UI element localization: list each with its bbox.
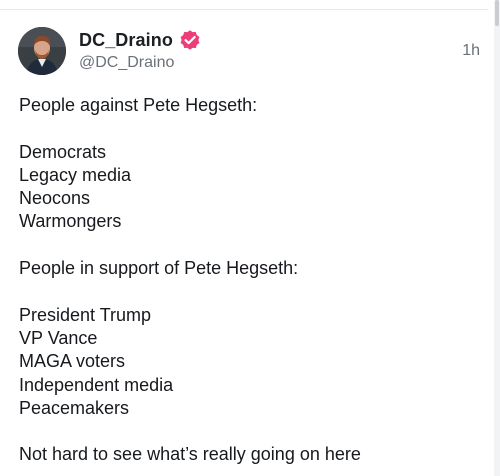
post-body: People against Pete Hegseth: Democrats Leg… [19, 94, 479, 467]
post-text-line: President Trump [19, 304, 152, 325]
scrollbar-thumb[interactable] [495, 0, 499, 26]
post-text-line: Warmongers [19, 211, 122, 232]
post-timestamp[interactable]: 1h [462, 42, 480, 60]
author-handle[interactable]: @DC_Draino [79, 54, 201, 72]
author-block: DC_Draino @DC_Draino [79, 28, 201, 72]
divider [0, 9, 488, 10]
author-display-name[interactable]: DC_Draino [79, 30, 173, 51]
post-text-line: VP Vance [19, 327, 98, 348]
name-row: DC_Draino [79, 28, 201, 52]
verified-badge-icon [179, 29, 201, 51]
post-text-line: Legacy media [19, 164, 132, 185]
post-text-line: People in support of Pete Hegseth: [19, 258, 299, 279]
avatar-image [18, 27, 66, 75]
scrollbar[interactable] [494, 0, 500, 476]
post-view: DC_Draino @DC_Draino 1h People against P… [0, 0, 500, 476]
post-text-line: Independent media [19, 374, 174, 395]
post-text-line: Not hard to see what’s really going on h… [19, 444, 361, 465]
post-text-line: Democrats [19, 141, 107, 162]
post-text-line: Neocons [19, 188, 91, 209]
post-text-line: MAGA voters [19, 351, 126, 372]
post-text-line: Peacemakers [19, 397, 130, 418]
post-text-line: People against Pete Hegseth: [19, 95, 258, 115]
avatar[interactable] [18, 27, 66, 75]
